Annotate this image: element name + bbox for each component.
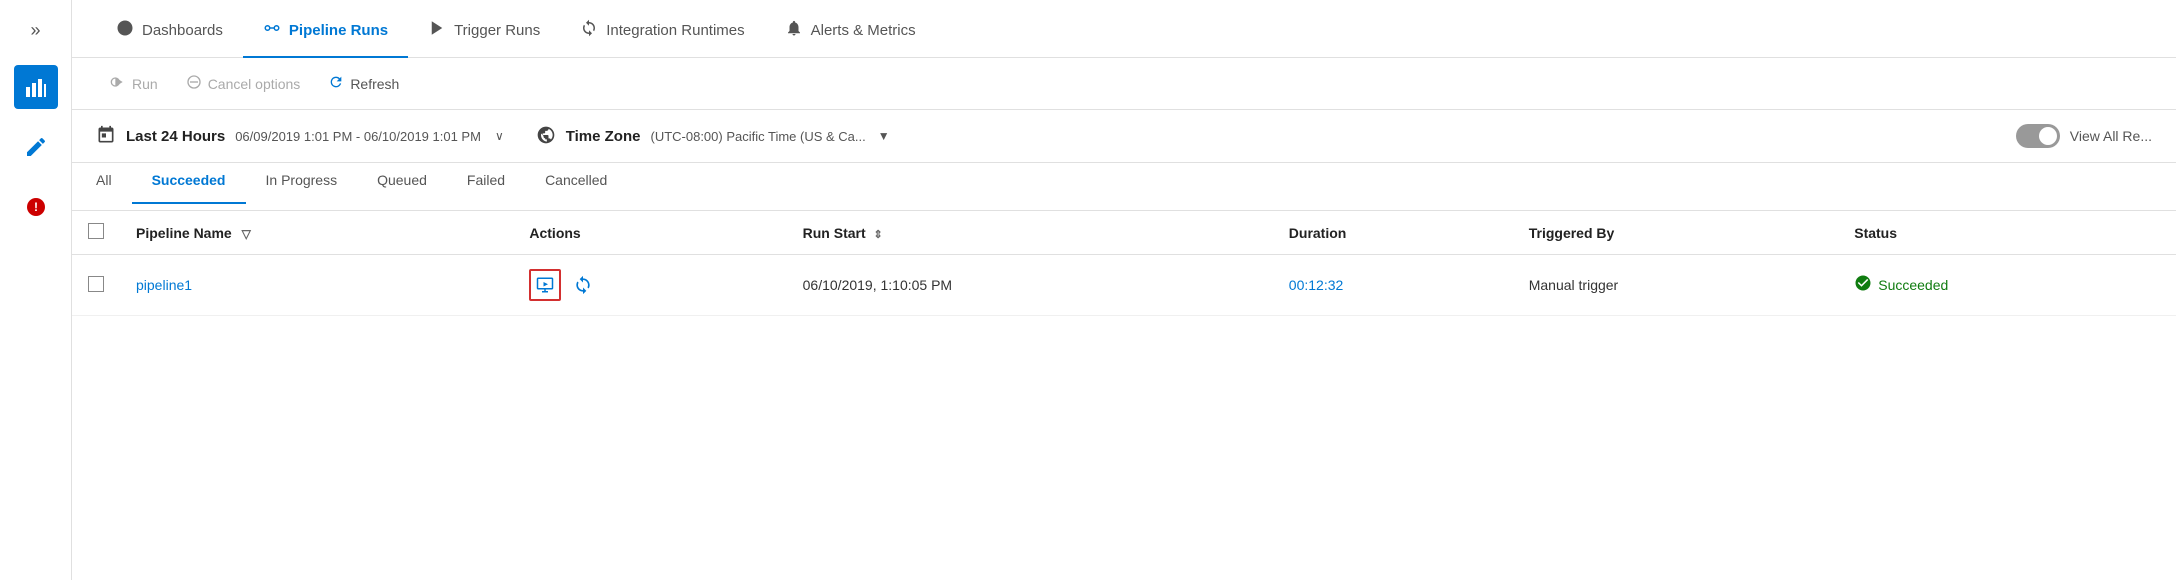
- date-filter[interactable]: Last 24 Hours 06/09/2019 1:01 PM - 06/10…: [96, 125, 504, 148]
- status-tabs: All Succeeded In Progress Queued Failed …: [72, 163, 2176, 211]
- tab-trigger-runs[interactable]: Trigger Runs: [408, 19, 560, 58]
- status-tab-failed[interactable]: Failed: [447, 172, 525, 204]
- row-actions-cell: [513, 255, 786, 316]
- cancel-icon: [186, 74, 202, 93]
- col-pipeline-name-label: Pipeline Name: [136, 225, 232, 241]
- row-run-start-cell: 06/10/2019, 1:10:05 PM: [787, 255, 1273, 316]
- status-tab-succeeded-label: Succeeded: [152, 172, 226, 188]
- tz-dropdown-arrow[interactable]: ▼: [878, 129, 890, 143]
- trigger-runs-icon: [428, 19, 446, 42]
- col-actions-label: Actions: [529, 225, 580, 241]
- col-status: Status: [1838, 211, 2176, 255]
- row-status-cell: Succeeded: [1838, 255, 2176, 316]
- status-tab-cancelled[interactable]: Cancelled: [525, 172, 627, 204]
- sidebar-icon-chart[interactable]: [14, 65, 58, 109]
- tab-alerts-metrics-label: Alerts & Metrics: [811, 22, 916, 39]
- tab-dashboards[interactable]: Dashboards: [96, 19, 243, 58]
- row-triggered-by-cell: Manual trigger: [1513, 255, 1839, 316]
- col-actions: Actions: [513, 211, 786, 255]
- cancel-options-label: Cancel options: [208, 76, 301, 92]
- col-duration: Duration: [1273, 211, 1513, 255]
- calendar-icon: [96, 125, 116, 148]
- timezone-filter: Time Zone (UTC-08:00) Pacific Time (US &…: [536, 125, 890, 148]
- sidebar: » !: [0, 0, 72, 580]
- status-tab-all-label: All: [96, 172, 112, 188]
- tab-integration-runtimes-label: Integration Runtimes: [606, 22, 744, 39]
- status-badge: Succeeded: [1854, 274, 2160, 297]
- alerts-metrics-icon: [785, 19, 803, 42]
- filter-bar: Last 24 Hours 06/09/2019 1:01 PM - 06/10…: [72, 110, 2176, 163]
- action-buttons: [529, 269, 770, 301]
- table-row: pipeline1: [72, 255, 2176, 316]
- pipeline-name-value[interactable]: pipeline1: [136, 277, 192, 293]
- table-container: Pipeline Name ▽ Actions Run Start ⇕ Dura…: [72, 211, 2176, 580]
- globe-icon: [536, 125, 556, 148]
- refresh-button-label: Refresh: [350, 76, 399, 92]
- nav-tabs: Dashboards Pipeline Runs Trigger Runs In…: [72, 0, 2176, 58]
- tz-label: Time Zone: [566, 128, 641, 145]
- sidebar-icon-edit[interactable]: [14, 125, 58, 169]
- svg-text:!: !: [34, 200, 38, 214]
- date-range-value: 06/09/2019 1:01 PM - 06/10/2019 1:01 PM: [235, 129, 481, 144]
- status-tab-all[interactable]: All: [96, 172, 132, 204]
- tab-pipeline-runs[interactable]: Pipeline Runs: [243, 19, 408, 58]
- status-tab-in-progress-label: In Progress: [266, 172, 338, 188]
- tab-pipeline-runs-label: Pipeline Runs: [289, 22, 388, 39]
- status-tab-queued-label: Queued: [377, 172, 427, 188]
- run-button-label: Run: [132, 76, 158, 92]
- status-tab-queued[interactable]: Queued: [357, 172, 447, 204]
- duration-value: 00:12:32: [1289, 277, 1344, 293]
- view-all-toggle[interactable]: View All Re...: [2016, 124, 2152, 148]
- view-all-switch[interactable]: [2016, 124, 2060, 148]
- tab-integration-runtimes[interactable]: Integration Runtimes: [560, 19, 764, 58]
- run-start-value: 06/10/2019, 1:10:05 PM: [803, 277, 952, 293]
- table-header-row: Pipeline Name ▽ Actions Run Start ⇕ Dura…: [72, 211, 2176, 255]
- col-pipeline-name: Pipeline Name ▽: [120, 211, 513, 255]
- col-run-start-label: Run Start: [803, 225, 866, 241]
- col-status-label: Status: [1854, 225, 1897, 241]
- status-value: Succeeded: [1878, 277, 1948, 293]
- triggered-by-value: Manual trigger: [1529, 277, 1619, 293]
- main-content: Dashboards Pipeline Runs Trigger Runs In…: [72, 0, 2176, 580]
- tab-trigger-runs-label: Trigger Runs: [454, 22, 540, 39]
- view-all-label: View All Re...: [2070, 128, 2152, 144]
- col-duration-label: Duration: [1289, 225, 1347, 241]
- cancel-options-button[interactable]: Cancel options: [172, 68, 315, 99]
- run-start-sort-icon[interactable]: ⇕: [874, 229, 883, 241]
- run-icon: [110, 74, 126, 93]
- tz-value: (UTC-08:00) Pacific Time (US & Ca...: [650, 129, 865, 144]
- col-triggered-by: Triggered By: [1513, 211, 1839, 255]
- col-checkbox: [72, 211, 120, 255]
- period-label: Last 24 Hours: [126, 128, 225, 145]
- tab-alerts-metrics[interactable]: Alerts & Metrics: [765, 19, 936, 58]
- integration-runtimes-icon: [580, 19, 598, 42]
- date-dropdown-arrow[interactable]: ∨: [495, 129, 504, 143]
- run-button[interactable]: Run: [96, 68, 172, 99]
- status-tab-cancelled-label: Cancelled: [545, 172, 607, 188]
- tab-dashboards-label: Dashboards: [142, 22, 223, 39]
- refresh-icon: [328, 74, 344, 93]
- col-run-start: Run Start ⇕: [787, 211, 1273, 255]
- toolbar: Run Cancel options Refresh: [72, 58, 2176, 110]
- col-triggered-by-label: Triggered By: [1529, 225, 1615, 241]
- collapse-sidebar-button[interactable]: »: [22, 12, 48, 49]
- row-pipeline-name-cell: pipeline1: [120, 255, 513, 316]
- select-all-checkbox[interactable]: [88, 223, 104, 239]
- pipeline-runs-table: Pipeline Name ▽ Actions Run Start ⇕ Dura…: [72, 211, 2176, 316]
- pipeline-runs-icon: [263, 19, 281, 42]
- status-tab-in-progress[interactable]: In Progress: [246, 172, 358, 204]
- sidebar-icon-monitor[interactable]: !: [14, 185, 58, 229]
- row-duration-cell: 00:12:32: [1273, 255, 1513, 316]
- pipeline-name-filter-icon[interactable]: ▽: [242, 227, 251, 241]
- status-tab-failed-label: Failed: [467, 172, 505, 188]
- status-check-icon: [1854, 274, 1872, 297]
- dashboards-icon: [116, 19, 134, 42]
- rerun-pipeline-button[interactable]: [567, 269, 599, 301]
- row-checkbox[interactable]: [88, 276, 104, 292]
- monitor-pipeline-button[interactable]: [529, 269, 561, 301]
- status-tab-succeeded[interactable]: Succeeded: [132, 172, 246, 204]
- refresh-button[interactable]: Refresh: [314, 68, 413, 99]
- row-checkbox-cell: [72, 255, 120, 316]
